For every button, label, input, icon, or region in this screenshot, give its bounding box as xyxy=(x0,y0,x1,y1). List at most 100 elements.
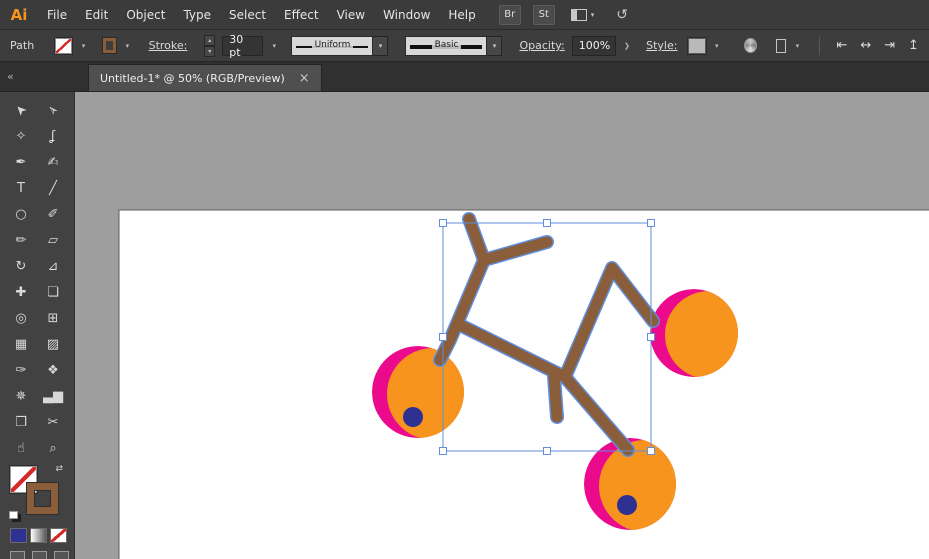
width-profile-chevron-icon[interactable]: ▾ xyxy=(373,35,389,56)
draw-behind-button[interactable] xyxy=(32,551,47,559)
selection-handle[interactable] xyxy=(439,333,447,341)
document-tab-strip: « Untitled-1* @ 50% (RGB/Preview) × xyxy=(0,62,929,92)
menu-help[interactable]: Help xyxy=(439,0,484,30)
artboard xyxy=(118,209,929,559)
stroke-color-swatch-large[interactable] xyxy=(27,483,58,514)
line-segment-tool[interactable]: ╱ xyxy=(37,176,69,200)
curvature-tool[interactable]: ✍ xyxy=(37,150,69,174)
transform-chevron-icon[interactable]: ▾ xyxy=(793,42,801,50)
selection-handle[interactable] xyxy=(439,219,447,227)
separator xyxy=(818,36,820,55)
tool-grid: ➤ ➢ ✧ ʆ ✒ ✍ T ╱ ○ ✐ ✏ ▱ ↻ ⊿ ✚ ❏ ◎ ⊞ ▦ ▨ ✑ ❖ ✵ ▃▆ ❐ ✂ ☝ ⌕ xyxy=(0,92,74,460)
bridge-button[interactable]: Br xyxy=(498,4,521,25)
opacity-chevron-icon[interactable]: ❯ xyxy=(623,42,631,50)
scale-tool[interactable]: ⊿ xyxy=(37,254,69,278)
stepper-down-icon[interactable]: ▾ xyxy=(204,45,216,57)
none-mode-button[interactable] xyxy=(50,528,67,543)
width-profile-dropdown[interactable]: Uniform ▾ xyxy=(291,35,389,56)
menu-file[interactable]: File xyxy=(38,0,76,30)
stroke-width-chevron-icon[interactable]: ▾ xyxy=(270,42,278,50)
hand-tool[interactable]: ☝ xyxy=(5,436,37,460)
align-horizontal-left-icon[interactable]: ⇤ xyxy=(836,38,847,53)
gradient-mode-button[interactable] xyxy=(30,528,47,543)
type-tool[interactable]: T xyxy=(5,176,37,200)
fill-color-swatch-none[interactable] xyxy=(55,37,73,54)
style-chevron-icon[interactable]: ▾ xyxy=(713,42,721,50)
default-fill-stroke-icon[interactable] xyxy=(9,511,18,519)
brown-path[interactable] xyxy=(548,370,563,423)
draw-mode-buttons xyxy=(10,551,74,559)
app-logo: Ai xyxy=(10,5,28,24)
opacity-field[interactable]: 100% xyxy=(571,35,616,56)
transform-menu-icon[interactable] xyxy=(775,38,787,53)
brush-chevron-icon[interactable]: ▾ xyxy=(487,35,503,56)
document-tab[interactable]: Untitled-1* @ 50% (RGB/Preview) × xyxy=(88,64,322,91)
opacity-panel-link[interactable]: Opacity: xyxy=(519,39,564,52)
menu-object[interactable]: Object xyxy=(117,0,174,30)
mesh-tool[interactable]: ▦ xyxy=(5,332,37,356)
selection-handle[interactable] xyxy=(647,219,655,227)
align-icon-group: ⇤ ↔ ⇥ ↥ xyxy=(836,38,919,53)
sync-settings-icon[interactable]: ↺ xyxy=(616,7,628,23)
align-horizontal-right-icon[interactable]: ⇥ xyxy=(884,38,895,53)
brush-definition-label: Basic xyxy=(431,40,462,51)
perspective-grid-tool[interactable]: ⊞ xyxy=(37,306,69,330)
stroke-panel-link[interactable]: Stroke: xyxy=(149,39,188,52)
style-panel-link[interactable]: Style: xyxy=(646,39,677,52)
color-mode-row xyxy=(10,528,74,543)
align-horizontal-center-icon[interactable]: ↔ xyxy=(860,38,871,53)
pen-tool[interactable]: ✒ xyxy=(5,150,37,174)
draw-normal-button[interactable] xyxy=(10,551,25,559)
workspace-layout-button[interactable]: ▾ xyxy=(570,8,594,21)
width-tool[interactable]: ✚ xyxy=(5,280,37,304)
paintbrush-tool[interactable]: ✐ xyxy=(37,202,69,226)
symbol-sprayer-tool[interactable]: ✵ xyxy=(5,384,37,408)
column-graph-tool[interactable]: ▃▆ xyxy=(37,384,69,408)
canvas-area[interactable] xyxy=(75,92,929,559)
stepper-up-icon[interactable]: ▴ xyxy=(204,34,216,46)
gradient-tool[interactable]: ▨ xyxy=(37,332,69,356)
draw-inside-button[interactable] xyxy=(54,551,69,559)
fill-chevron-icon[interactable]: ▾ xyxy=(79,42,87,50)
recolor-artwork-icon[interactable] xyxy=(743,38,757,53)
selection-handle[interactable] xyxy=(543,219,551,227)
document-canvas[interactable] xyxy=(75,92,929,559)
swap-fill-stroke-icon[interactable]: ⇄ xyxy=(55,464,63,474)
stroke-chevron-icon[interactable]: ▾ xyxy=(123,42,131,50)
menu-select[interactable]: Select xyxy=(220,0,275,30)
pencil-tool[interactable]: ✏ xyxy=(5,228,37,252)
tab-close-icon[interactable]: × xyxy=(299,72,310,85)
eyedropper-tool[interactable]: ✑ xyxy=(5,358,37,382)
stroke-width-field[interactable]: 30 pt xyxy=(222,33,264,59)
align-vertical-top-icon[interactable]: ↥ xyxy=(908,38,919,53)
control-bar: Path ▾ ▾ Stroke: ▴ ▾ 30 pt ▾ Uniform ▾ Ba… xyxy=(0,30,929,62)
tool-panel: ➤ ➢ ✧ ʆ ✒ ✍ T ╱ ○ ✐ ✏ ▱ ↻ ⊿ ✚ ❏ ◎ ⊞ ▦ ▨ ✑ ❖ ✵ ▃▆ ❐ ✂ ☝ ⌕ ⇄ xyxy=(0,92,75,559)
selection-handle[interactable] xyxy=(439,447,447,455)
collapse-panel-button[interactable]: « xyxy=(0,61,75,91)
artboard-tool[interactable]: ❐ xyxy=(5,410,37,434)
blend-tool[interactable]: ❖ xyxy=(37,358,69,382)
stroke-color-swatch[interactable] xyxy=(102,38,117,53)
menu-edit[interactable]: Edit xyxy=(76,0,117,30)
menu-view[interactable]: View xyxy=(328,0,374,30)
eraser-tool[interactable]: ▱ xyxy=(37,228,69,252)
selection-handle[interactable] xyxy=(647,447,655,455)
selection-handle[interactable] xyxy=(647,333,655,341)
color-mode-button[interactable] xyxy=(10,528,27,543)
free-transform-tool[interactable]: ❏ xyxy=(37,280,69,304)
shape-builder-tool[interactable]: ◎ xyxy=(5,306,37,330)
menu-bar: Ai File Edit Object Type Select Effect View Win… xyxy=(0,0,929,30)
graphic-style-swatch[interactable] xyxy=(688,37,706,54)
menu-effect[interactable]: Effect xyxy=(275,0,328,30)
slice-tool[interactable]: ✂ xyxy=(37,410,69,434)
ellipse-tool[interactable]: ○ xyxy=(5,202,37,226)
rotate-tool[interactable]: ↻ xyxy=(5,254,37,278)
selection-handle[interactable] xyxy=(543,447,551,455)
stroke-width-stepper[interactable]: ▴ ▾ xyxy=(204,34,216,57)
menu-type[interactable]: Type xyxy=(174,0,220,30)
zoom-tool[interactable]: ⌕ xyxy=(37,436,69,460)
stock-button[interactable]: St xyxy=(532,4,555,25)
fill-stroke-indicator: ⇄ xyxy=(8,464,66,520)
menu-window[interactable]: Window xyxy=(374,0,439,30)
brush-definition-dropdown[interactable]: Basic ▾ xyxy=(405,35,503,56)
